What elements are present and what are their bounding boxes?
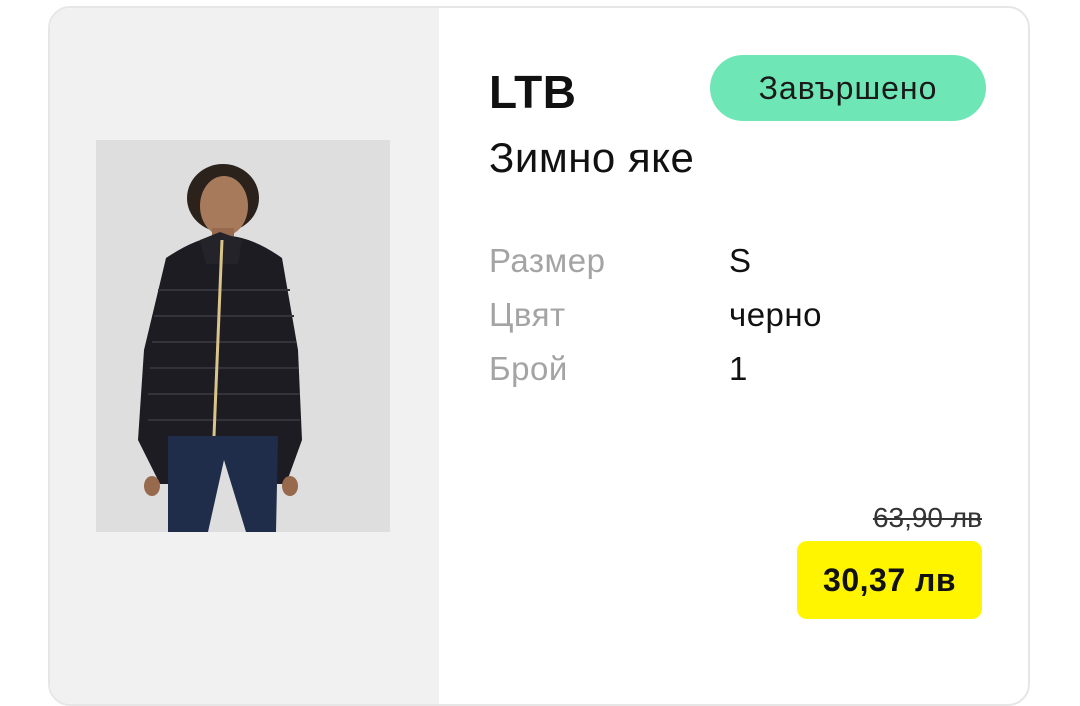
product-name: Зимно яке (489, 134, 695, 181)
attribute-value: 1 (729, 350, 748, 387)
attribute-row-color: Цвят черно (489, 288, 822, 342)
attribute-row-quantity: Брой 1 (489, 342, 822, 396)
brand-name: LTB (489, 66, 577, 118)
product-photo[interactable] (96, 140, 390, 532)
attribute-value: S (729, 242, 752, 279)
attribute-label: Цвят (489, 296, 566, 333)
attribute-label: Размер (489, 242, 606, 279)
order-item-card[interactable]: LTB Завършено Зимно яке Размер S Цвят че… (48, 6, 1030, 706)
discounted-price: 30,37 лв (797, 541, 982, 619)
original-price: 63,90 лв (872, 502, 982, 533)
product-info-pane: LTB Завършено Зимно яке Размер S Цвят че… (439, 8, 1028, 704)
image-pane (50, 8, 439, 704)
attribute-list: Размер S Цвят черно Брой 1 (489, 234, 822, 396)
attribute-row-size: Размер S (489, 234, 822, 288)
status-badge: Завършено (710, 55, 986, 121)
attribute-value: черно (729, 296, 822, 333)
jacket-photo-illustration (96, 140, 390, 532)
attribute-label: Брой (489, 350, 568, 387)
